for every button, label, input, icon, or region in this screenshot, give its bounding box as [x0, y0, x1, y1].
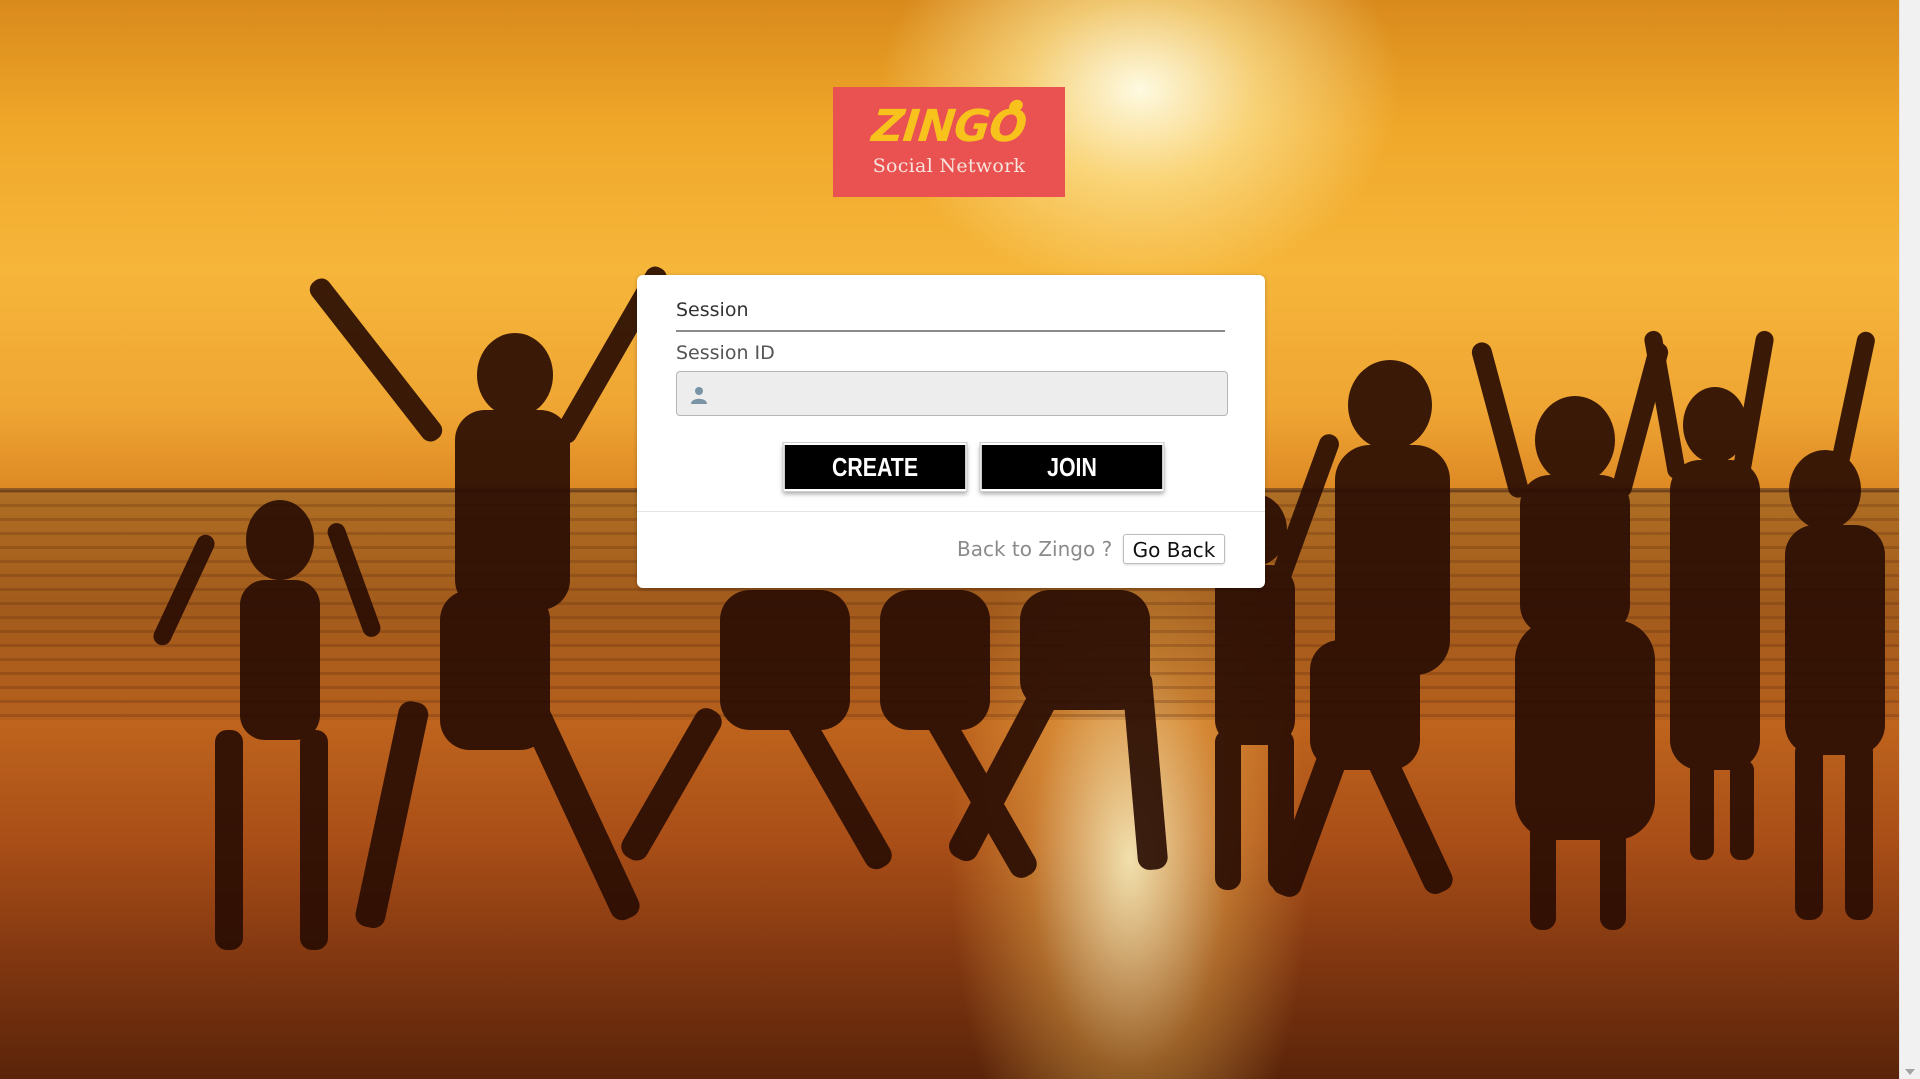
zingo-logo: ZINGO Social Network	[833, 87, 1065, 197]
scroll-down-arrow-icon[interactable]	[1905, 1069, 1915, 1075]
session-id-field[interactable]	[676, 371, 1228, 416]
logo-title: ZINGO	[869, 101, 1029, 152]
create-button[interactable]: CREATE	[783, 443, 967, 491]
panel-title-divider	[676, 330, 1225, 332]
logo-subtitle: Social Network	[872, 155, 1026, 177]
back-to-zingo-prompt: Back to Zingo ?	[957, 537, 1113, 561]
panel-title: Session	[676, 299, 749, 321]
page: ZINGO Social Network Session Session ID …	[0, 0, 1920, 1079]
vertical-scrollbar[interactable]	[1899, 0, 1920, 1079]
join-button[interactable]: JOIN	[980, 443, 1164, 491]
session-id-label: Session ID	[676, 342, 775, 364]
session-id-input[interactable]	[721, 372, 1221, 415]
panel-footer-divider	[637, 511, 1265, 512]
session-panel: Session Session ID CREATE JOIN Back to Z…	[637, 275, 1265, 588]
go-back-button[interactable]: Go Back	[1123, 534, 1225, 564]
user-icon	[691, 387, 707, 404]
